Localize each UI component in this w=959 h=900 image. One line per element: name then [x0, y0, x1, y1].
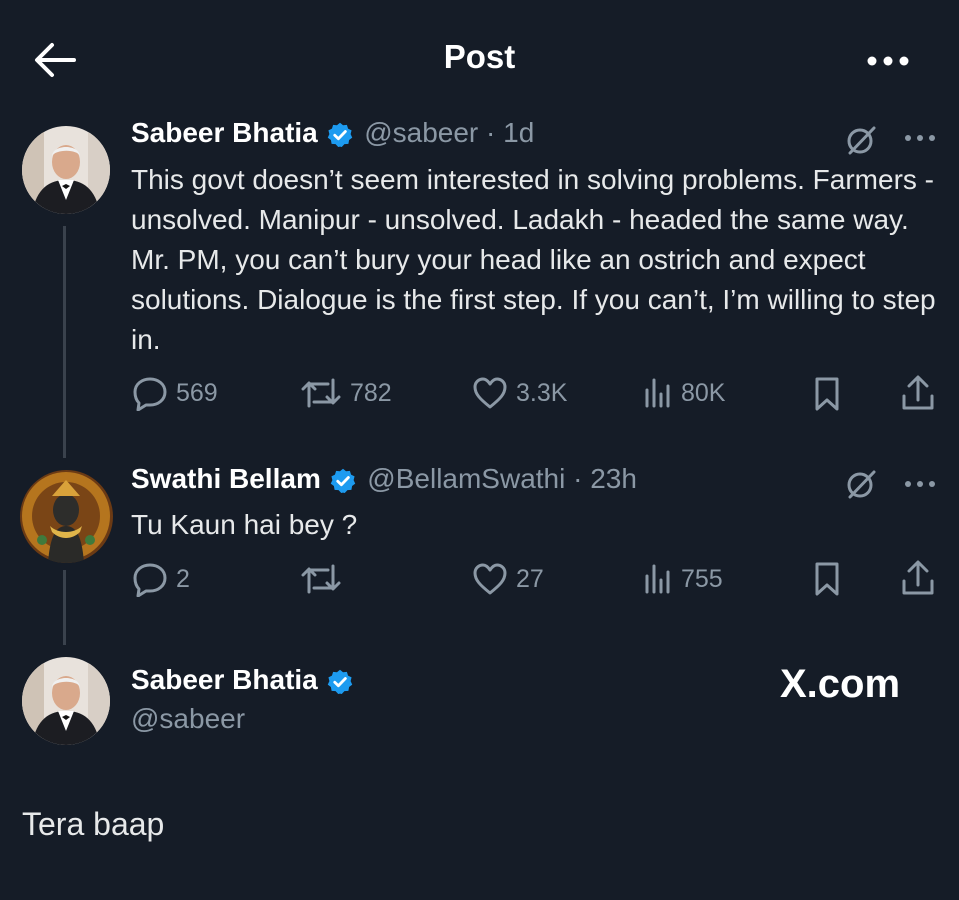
share-icon	[902, 560, 934, 595]
share-icon	[902, 375, 934, 410]
bookmark-button[interactable]	[812, 376, 842, 417]
grok-button[interactable]	[844, 123, 878, 162]
repost-icon	[301, 564, 341, 594]
bookmark-icon	[815, 377, 839, 411]
repost-icon	[301, 378, 341, 408]
tweet-header: Swathi Bellam @BellamSwathi · 23h	[131, 463, 637, 495]
tweet-text: This govt doesn’t seem interested in sol…	[131, 164, 936, 355]
heart-icon	[473, 377, 507, 409]
avatar-image	[22, 657, 110, 745]
tweet-text: Tu Kaun hai bey ?	[131, 509, 358, 540]
views-icon	[645, 564, 670, 594]
author-name[interactable]: Sabeer Bhatia	[131, 117, 318, 148]
verified-badge-icon	[330, 468, 356, 493]
views-count: 755	[681, 564, 723, 593]
avatar-image	[20, 470, 113, 563]
avatar-image	[22, 126, 110, 214]
like-button[interactable]: 3.3K	[472, 373, 567, 413]
heart-icon	[473, 563, 507, 595]
reply-count: 569	[176, 378, 218, 407]
share-button[interactable]	[900, 374, 936, 417]
views-button[interactable]: 755	[643, 559, 723, 599]
more-icon	[867, 56, 909, 66]
reply-count: 2	[176, 564, 190, 593]
verified-badge-icon	[327, 669, 352, 694]
repost-button[interactable]: 782	[300, 373, 392, 413]
avatar[interactable]	[22, 657, 110, 745]
reply-text: Tera baap	[22, 806, 165, 842]
reply-icon	[133, 377, 167, 411]
reply-author: Sabeer Bhatia	[131, 664, 354, 696]
avatar[interactable]	[22, 126, 110, 214]
share-button[interactable]	[900, 559, 936, 602]
reply-button[interactable]: 2	[132, 559, 190, 599]
author-handle[interactable]: @sabeer	[131, 703, 245, 735]
author-name[interactable]: Swathi Bellam	[131, 463, 321, 494]
reply-icon	[133, 563, 167, 597]
reply-button[interactable]: 569	[132, 373, 218, 413]
more-icon	[905, 135, 935, 141]
more-options-button[interactable]	[862, 46, 914, 76]
tweet-header: Sabeer Bhatia @sabeer · 1d	[131, 117, 534, 149]
avatar[interactable]	[20, 470, 113, 563]
thread-line	[63, 226, 66, 458]
tweet-more-button[interactable]	[902, 476, 938, 497]
like-count: 3.3K	[516, 378, 568, 407]
more-icon	[905, 481, 935, 487]
grok-icon	[847, 126, 876, 155]
tweet-more-button[interactable]	[902, 130, 938, 151]
views-button[interactable]: 80K	[643, 373, 725, 413]
author-handle-time[interactable]: @BellamSwathi · 23h	[367, 463, 637, 494]
like-count: 27	[516, 564, 544, 593]
like-button[interactable]: 27	[472, 559, 544, 599]
repost-button[interactable]	[300, 559, 350, 599]
views-icon	[645, 378, 670, 408]
bookmark-icon	[815, 562, 839, 596]
page-title: Post	[443, 38, 516, 75]
bookmark-button[interactable]	[812, 561, 842, 602]
views-count: 80K	[681, 378, 726, 407]
repost-count: 782	[350, 378, 392, 407]
author-name[interactable]: Sabeer Bhatia	[131, 664, 318, 695]
watermark: X.com	[780, 662, 901, 706]
thread-line	[63, 570, 66, 645]
grok-button[interactable]	[844, 467, 878, 506]
grok-icon	[847, 470, 876, 499]
author-handle-time[interactable]: @sabeer · 1d	[364, 117, 534, 148]
verified-badge-icon	[327, 122, 352, 147]
